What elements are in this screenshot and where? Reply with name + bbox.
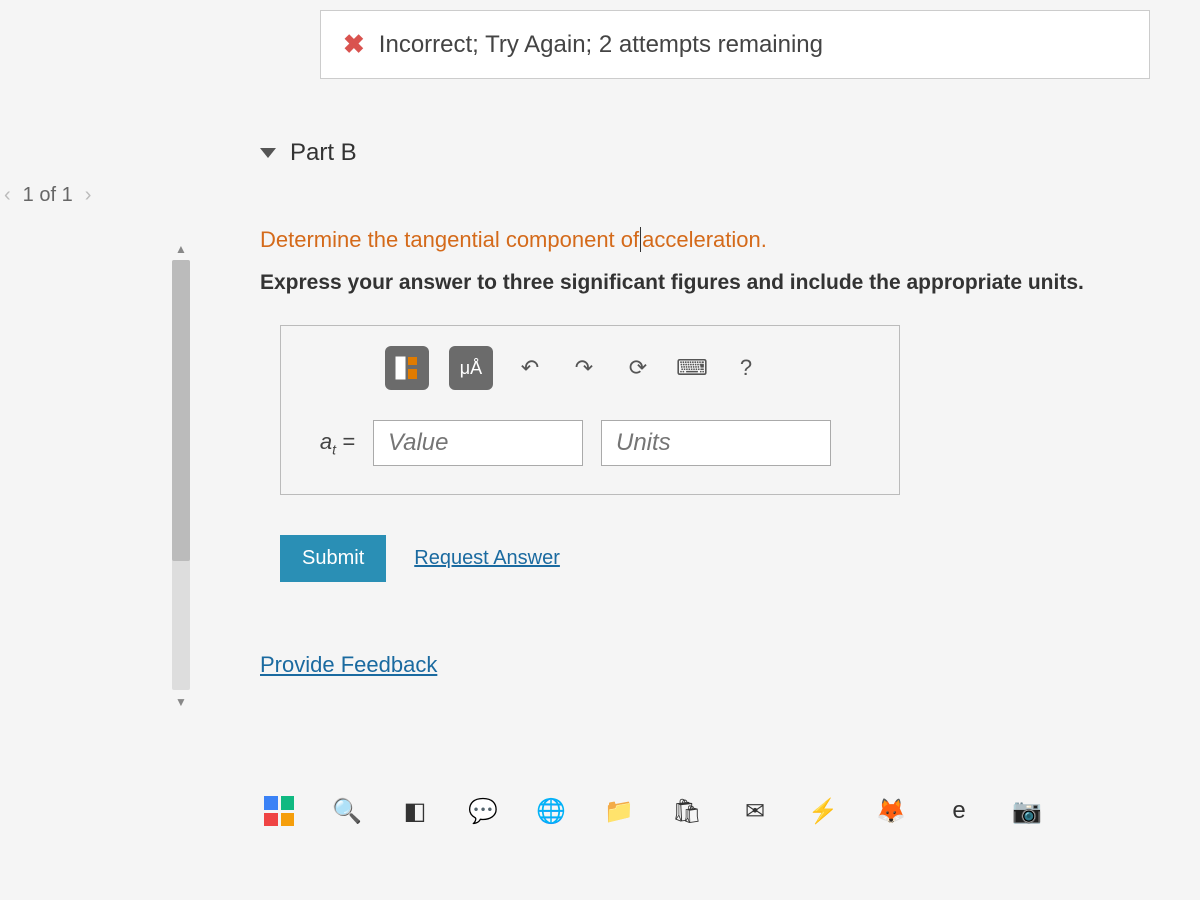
chrome-icon[interactable]: 🌐: [532, 792, 570, 830]
caret-down-icon: [260, 148, 276, 158]
submit-button[interactable]: Submit: [280, 535, 386, 582]
units-input[interactable]: [601, 420, 831, 466]
question-prompt: Determine the tangential component ofacc…: [260, 227, 1190, 253]
part-title: Part B: [290, 139, 357, 167]
scrollbar-thumb[interactable]: [172, 260, 190, 561]
search-icon[interactable]: 🔍: [328, 792, 366, 830]
next-page-chevron[interactable]: ›: [81, 180, 96, 211]
start-icon[interactable]: [260, 792, 298, 830]
keyboard-button[interactable]: ⌨: [675, 351, 709, 385]
reset-button[interactable]: ⟳: [621, 351, 655, 385]
value-input[interactable]: [373, 420, 583, 466]
firefox-icon[interactable]: 🦊: [872, 792, 910, 830]
mail-icon[interactable]: ✉: [736, 792, 774, 830]
camera-icon[interactable]: 📷: [1008, 792, 1046, 830]
provide-feedback-link[interactable]: Provide Feedback: [260, 652, 437, 677]
help-button[interactable]: ?: [729, 351, 763, 385]
variable-label: at =: [305, 429, 355, 457]
equation-toolbar: μÅ ↶ ↷ ⟳ ⌨ ?: [385, 346, 875, 390]
template-button[interactable]: [385, 346, 429, 390]
page-counter: 1 of 1: [23, 184, 73, 207]
scroll-down-arrow[interactable]: ▼: [172, 695, 190, 709]
x-icon: ✖: [343, 29, 365, 60]
scroll-up-arrow[interactable]: ▲: [172, 242, 190, 256]
redo-button[interactable]: ↷: [567, 351, 601, 385]
answer-area: μÅ ↶ ↷ ⟳ ⌨ ? at =: [280, 325, 900, 495]
store-icon[interactable]: 🛍: [668, 792, 706, 830]
scrollbar-track[interactable]: [172, 260, 190, 690]
task-view-icon[interactable]: ◧: [396, 792, 434, 830]
part-header[interactable]: Part B: [260, 139, 1190, 167]
incorrect-feedback-banner: ✖ Incorrect; Try Again; 2 attempts remai…: [320, 10, 1150, 79]
units-symbol-button[interactable]: μÅ: [449, 346, 493, 390]
undo-button[interactable]: ↶: [513, 351, 547, 385]
windows-taskbar: 🔍 ◧ 💬 🌐 📁 🛍 ✉ ⚡ 🦊 e 📷: [260, 792, 1046, 830]
request-answer-link[interactable]: Request Answer: [414, 547, 560, 570]
question-instructions: Express your answer to three significant…: [260, 271, 1190, 295]
app-icon[interactable]: ⚡: [804, 792, 842, 830]
edge-icon[interactable]: e: [940, 792, 978, 830]
files-icon[interactable]: 📁: [600, 792, 638, 830]
feedback-text: Incorrect; Try Again; 2 attempts remaini…: [379, 31, 823, 59]
prev-page-chevron[interactable]: ‹: [0, 180, 15, 211]
chat-icon[interactable]: 💬: [464, 792, 502, 830]
